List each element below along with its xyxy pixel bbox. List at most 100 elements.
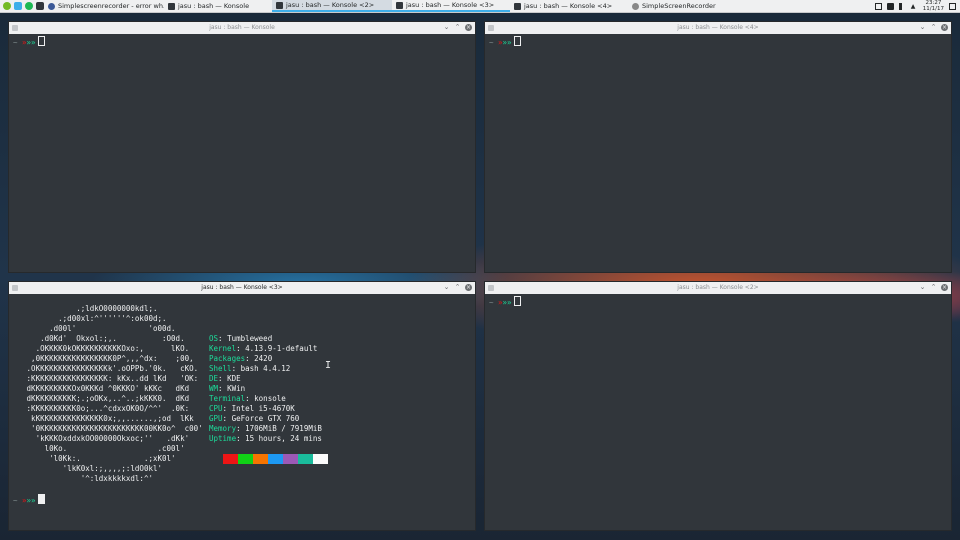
mouse-ibeam-icon: I [325, 360, 332, 371]
palette-swatch [268, 454, 283, 464]
clock-date: 11/1/17 [922, 6, 944, 12]
window-titlebar[interactable]: jasu : bash — Konsole ⌄ ⌃ × [9, 22, 475, 34]
logo-line: .;d00xl:^''''''^:ok00d;. [13, 314, 167, 323]
window-menu-icon[interactable] [12, 285, 18, 291]
info-row: DE: KDE [209, 374, 241, 383]
taskbar: Simplescreenrecorder - error wh... jasu … [0, 0, 960, 13]
konsole-window-bottom-left[interactable]: jasu : bash — Konsole <3> ⌄ ⌃ × .;ldkO00… [8, 281, 476, 531]
maximize-icon[interactable]: ⌃ [454, 24, 461, 31]
color-palette [223, 454, 328, 464]
terminal-icon[interactable] [36, 2, 44, 10]
task-konsole-3[interactable]: jasu : bash — Konsole <3> [392, 0, 510, 12]
window-titlebar[interactable]: jasu : bash — Konsole <2> ⌄ ⌃ × [485, 282, 951, 294]
info-row: OS: Tumbleweed [209, 334, 273, 343]
task-konsole-2[interactable]: jasu : bash — Konsole <2> [272, 0, 392, 12]
palette-swatch [283, 454, 298, 464]
tray-expand-icon[interactable]: ▲ [911, 3, 918, 10]
info-row: Kernel: 4.13.9-1-default [209, 344, 318, 353]
clock[interactable]: 23:27 11/1/17 [923, 0, 944, 12]
window-menu-icon[interactable] [488, 25, 494, 31]
maximize-icon[interactable]: ⌃ [454, 284, 461, 291]
info-value: 2420 [254, 354, 273, 363]
window-menu-icon[interactable] [488, 285, 494, 291]
info-row: Packages: 2420 [209, 354, 273, 363]
shell-prompt: ~ »»» [489, 296, 521, 307]
info-row: Uptime: 15 hours, 24 mins [209, 434, 322, 443]
window-title: jasu : bash — Konsole <4> [677, 24, 759, 31]
logo-line: :KKKKKKKKKK0o;...^cdxxOK0O/^^' .0K: [13, 404, 190, 413]
konsole-icon [396, 1, 403, 9]
maximize-icon[interactable]: ⌃ [930, 284, 937, 291]
close-icon[interactable]: × [941, 24, 948, 31]
logo-line: l0Ko. .c00l' [13, 444, 185, 453]
info-key: Kernel [209, 344, 237, 353]
terminal-area[interactable]: ~ »»» [485, 294, 951, 530]
opensuse-ascii-logo: .;ldkO0000000kdl;. .;d00xl:^''''''^:ok00… [13, 304, 203, 484]
window-titlebar[interactable]: jasu : bash — Konsole <3> ⌄ ⌃ × [9, 282, 475, 294]
info-key: OS [209, 334, 219, 343]
info-key: Terminal [209, 394, 246, 403]
system-info-list: OS: Tumbleweed Kernel: 4.13.9-1-default Pa… [209, 334, 322, 444]
palette-swatch [253, 454, 268, 464]
terminal-area[interactable]: .;ldkO0000000kdl;. .;d00xl:^''''''^:ok00… [9, 294, 475, 530]
window-titlebar[interactable]: jasu : bash — Konsole <4> ⌄ ⌃ × [485, 22, 951, 34]
konsole-icon [514, 2, 521, 10]
logo-line: .;ldkO0000000kdl;. [13, 304, 158, 313]
logo-line: '^:ldxkkkkxdl:^' [13, 474, 153, 483]
close-icon[interactable]: × [465, 284, 472, 291]
browser-icon [48, 2, 55, 10]
logo-line: .d00l' 'o00d. [13, 324, 176, 333]
text-cursor [513, 36, 521, 46]
minimize-icon[interactable]: ⌄ [443, 284, 450, 291]
task-simplescreenrecorder[interactable]: SimpleScreenRecorder [628, 0, 738, 12]
task-simplescreenrecorder-browser[interactable]: Simplescreenrecorder - error wh... [44, 0, 164, 12]
shell-prompt: ~ »»» [13, 494, 45, 505]
info-key: CPU [209, 404, 223, 413]
window-menu-icon[interactable] [12, 25, 18, 31]
text-cursor [513, 296, 521, 306]
text-cursor [37, 36, 45, 46]
konsole-window-top-right[interactable]: jasu : bash — Konsole <4> ⌄ ⌃ × ~ »»» [484, 21, 952, 273]
close-icon[interactable]: × [465, 24, 472, 31]
info-value: bash 4.4.12 [240, 364, 291, 373]
info-row: WM: KWin [209, 384, 246, 393]
minimize-icon[interactable]: ⌄ [443, 24, 450, 31]
info-row: Memory: 1706MiB / 7919MiB [209, 424, 322, 433]
window-title: jasu : bash — Konsole <3> [201, 284, 283, 291]
volume-icon[interactable] [898, 2, 906, 10]
close-icon[interactable]: × [941, 284, 948, 291]
info-key: Uptime [209, 434, 237, 443]
minimize-icon[interactable]: ⌄ [919, 24, 926, 31]
task-konsole-1[interactable]: jasu : bash — Konsole [164, 0, 272, 12]
text-cursor [37, 494, 45, 504]
palette-swatch [238, 454, 253, 464]
minimize-icon[interactable]: ⌄ [919, 284, 926, 291]
info-key: Shell [209, 364, 232, 373]
terminal-area[interactable]: ~ »»» [9, 34, 475, 272]
logo-line: 'kKKKOxddxkOO00000Okxoc;'' .dKk' [13, 434, 190, 443]
logo-line: ,0KKKKKKKKKKKKKKKK0P^,,,^dx: ;00, [13, 354, 194, 363]
task-label: SimpleScreenRecorder [642, 2, 716, 10]
konsole-window-top-left[interactable]: jasu : bash — Konsole ⌄ ⌃ × ~ »»» [8, 21, 476, 273]
info-value: KWin [227, 384, 246, 393]
spotify-icon[interactable] [25, 2, 33, 10]
terminal-area[interactable]: ~ »»» [485, 34, 951, 272]
window-title: jasu : bash — Konsole [209, 24, 275, 31]
app-menu-icon[interactable] [3, 2, 11, 10]
info-row: Terminal: konsole [209, 394, 286, 403]
konsole-window-bottom-right[interactable]: jasu : bash — Konsole <2> ⌄ ⌃ × ~ »»» [484, 281, 952, 531]
system-tray: ▲ 23:27 11/1/17 [874, 0, 960, 12]
clipboard-icon[interactable] [874, 2, 882, 10]
file-manager-icon[interactable] [14, 2, 22, 10]
launcher-area [0, 0, 44, 12]
show-desktop-icon[interactable] [949, 2, 956, 10]
task-label: jasu : bash — Konsole <4> [524, 2, 613, 10]
task-konsole-4[interactable]: jasu : bash — Konsole <4> [510, 0, 628, 12]
info-key: Packages [209, 354, 246, 363]
notifications-icon[interactable] [886, 2, 894, 10]
info-value: 15 hours, 24 mins [245, 434, 322, 443]
maximize-icon[interactable]: ⌃ [930, 24, 937, 31]
palette-swatch [313, 454, 328, 464]
window-title: jasu : bash — Konsole <2> [677, 284, 759, 291]
info-value: konsole [254, 394, 286, 403]
